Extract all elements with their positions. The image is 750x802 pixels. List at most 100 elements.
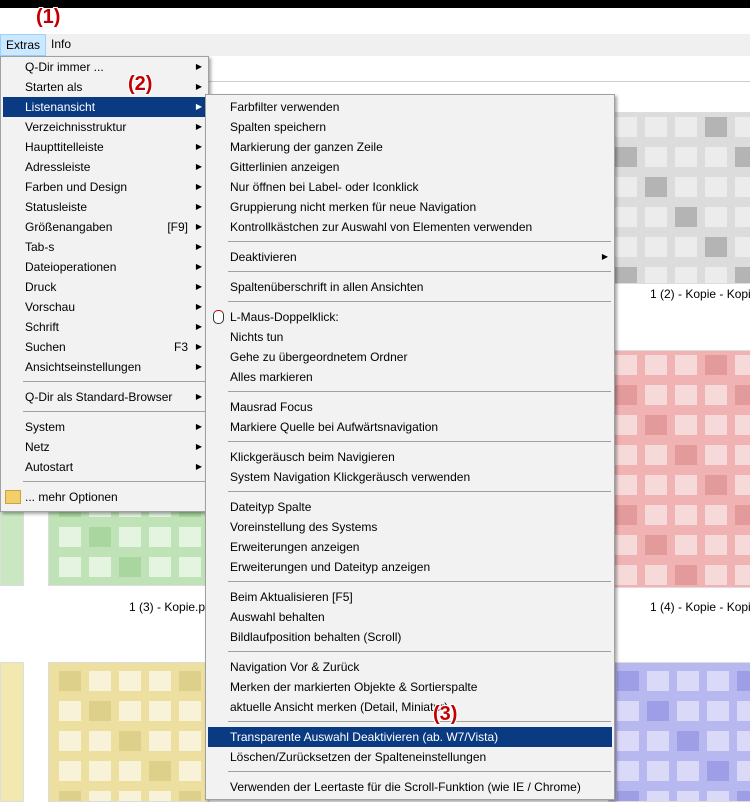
- thumbnail-cell: [59, 701, 81, 721]
- menu-item-verzeichnisstruktur[interactable]: Verzeichnisstruktur ▶: [3, 117, 206, 137]
- menu-item-erweiterungen-und-dateityp-anzeigen[interactable]: Erweiterungen und Dateityp anzeigen: [208, 557, 612, 577]
- menu-item-adressleiste[interactable]: Adressleiste ▶: [3, 157, 206, 177]
- menu-item-autostart[interactable]: Autostart ▶: [3, 457, 206, 477]
- menu-item-q-dir-als-standard-browser[interactable]: Q-Dir als Standard-Browser ▶: [3, 387, 206, 407]
- thumbnail-cell: [645, 535, 667, 555]
- thumbnail-cell: [675, 237, 697, 257]
- menu-info[interactable]: Info: [46, 34, 76, 54]
- menu-item-auswahl-behalten[interactable]: Auswahl behalten: [208, 607, 612, 627]
- menu-item-suchen[interactable]: Suchen F3 ▶: [3, 337, 206, 357]
- thumbnail-cell: [119, 761, 141, 781]
- thumbnail-yellow-left[interactable]: [0, 662, 24, 802]
- menu-item-gr-enangaben[interactable]: Größenangaben [F9] ▶: [3, 217, 206, 237]
- submenu-arrow-icon: ▶: [195, 422, 202, 431]
- thumbnail-cell: [179, 791, 201, 801]
- thumbnail-cell: [705, 237, 727, 257]
- menu-item-mehr-optionen[interactable]: ... mehr Optionen: [3, 487, 206, 507]
- menu-item-druck[interactable]: Druck ▶: [3, 277, 206, 297]
- thumbnail-green-left[interactable]: [0, 502, 24, 586]
- menu-item-nichts-tun[interactable]: Nichts tun: [208, 327, 612, 347]
- menu-item-system-navigation-klickger-usch-verwende[interactable]: System Navigation Klickgeräusch verwende…: [208, 467, 612, 487]
- thumbnail-cell: [615, 415, 637, 435]
- file-caption-3[interactable]: 1 (4) - Kopie - Kopi: [650, 600, 750, 614]
- menu-item-label: Löschen/Zurücksetzen der Spalteneinstell…: [230, 750, 487, 764]
- menu-item-label: System: [25, 420, 66, 434]
- menu-separator: [228, 241, 611, 242]
- address-bar[interactable]: [205, 57, 750, 82]
- menu-item-deaktivieren[interactable]: Deaktivieren ▶: [208, 247, 612, 267]
- thumbnail-cell: [707, 671, 729, 691]
- menu-item-aktuelle-ansicht-merken-detail-miniatur[interactable]: aktuelle Ansicht merken (Detail, Miniatu…: [208, 697, 612, 717]
- menu-item-schrift[interactable]: Schrift ▶: [3, 317, 206, 337]
- thumbnail-green[interactable]: [48, 502, 210, 586]
- menu-separator: [228, 271, 611, 272]
- thumbnail-cell: [675, 475, 697, 495]
- menu-item-vorschau[interactable]: Vorschau ▶: [3, 297, 206, 317]
- menu-item-dateityp-spalte[interactable]: Dateityp Spalte: [208, 497, 612, 517]
- menu-item-label: Starten als: [25, 80, 83, 94]
- menu-item-verwenden-der-leertaste-f-r-die-scroll-f[interactable]: Verwenden der Leertaste für die Scroll-F…: [208, 777, 612, 797]
- menu-item-merken-der-markierten-objekte-sortierspa[interactable]: Merken der markierten Objekte & Sortiers…: [208, 677, 612, 697]
- menu-item-farbfilter-verwenden[interactable]: Farbfilter verwenden: [208, 97, 612, 117]
- menu-item-markierung-der-ganzen-zeile[interactable]: Markierung der ganzen Zeile: [208, 137, 612, 157]
- menu-item-erweiterungen-anzeigen[interactable]: Erweiterungen anzeigen: [208, 537, 612, 557]
- menu-item-label: Autostart: [25, 460, 74, 474]
- menu-item-label: Adressleiste: [25, 160, 91, 174]
- thumbnail-cell: [705, 415, 727, 435]
- menu-item-listenansicht[interactable]: Listenansicht ▶: [3, 97, 206, 117]
- menu-item-gehe-zu-bergeordnetem-ordner[interactable]: Gehe zu übergeordnetem Ordner: [208, 347, 612, 367]
- menu-item-gitterlinien-anzeigen[interactable]: Gitterlinien anzeigen: [208, 157, 612, 177]
- menu-extras[interactable]: Extras: [0, 34, 47, 56]
- menu-item-dateioperationen[interactable]: Dateioperationen ▶: [3, 257, 206, 277]
- menu-item-bildlaufposition-behalten-scroll[interactable]: Bildlaufposition behalten (Scroll): [208, 627, 612, 647]
- file-caption-1[interactable]: 1 (2) - Kopie - Kopi: [650, 287, 750, 301]
- menu-item-q-dir-immer[interactable]: Q-Dir immer ... ▶: [3, 57, 206, 77]
- thumbnail-cell: [615, 535, 637, 555]
- thumbnail-cell: [675, 147, 697, 167]
- menu-item-l-maus-doppelklick[interactable]: L-Maus-Doppelklick:: [208, 307, 612, 327]
- menu-item-system[interactable]: System ▶: [3, 417, 206, 437]
- submenu-arrow-icon: ▶: [195, 302, 202, 311]
- thumbnail-cell: [647, 701, 669, 721]
- thumbnail-cell: [705, 177, 727, 197]
- menu-item-markiere-quelle-bei-aufw-rtsnavigation[interactable]: Markiere Quelle bei Aufwärtsnavigation: [208, 417, 612, 437]
- menu-item-l-schen-zur-cksetzen-der-spalteneinstell[interactable]: Löschen/Zurücksetzen der Spalteneinstell…: [208, 747, 612, 767]
- thumbnail-cell: [645, 505, 667, 525]
- menu-item-label: Merken der markierten Objekte & Sortiers…: [230, 680, 478, 694]
- menu-item-beim-aktualisieren-f5[interactable]: Beim Aktualisieren [F5]: [208, 587, 612, 607]
- submenu-arrow-icon: ▶: [195, 142, 202, 151]
- thumbnail-cell: [677, 671, 699, 691]
- menu-item-spalten-berschrift-in-allen-ansichten[interactable]: Spaltenüberschrift in allen Ansichten: [208, 277, 612, 297]
- menu-item-starten-als[interactable]: Starten als ▶: [3, 77, 206, 97]
- menu-item-klickger-usch-beim-navigieren[interactable]: Klickgeräusch beim Navigieren: [208, 447, 612, 467]
- menu-item-haupttitelleiste[interactable]: Haupttitelleiste ▶: [3, 137, 206, 157]
- menu-item-label: Schrift: [25, 320, 60, 334]
- menu-item-farben-und-design[interactable]: Farben und Design ▶: [3, 177, 206, 197]
- menu-item-ansichtseinstellungen[interactable]: Ansichtseinstellungen ▶: [3, 357, 206, 377]
- annotation-1: (1): [36, 6, 61, 28]
- menu-item-kontrollk-stchen-zur-auswahl-von-element[interactable]: Kontrollkästchen zur Auswahl von Element…: [208, 217, 612, 237]
- thumbnail-cell: [705, 385, 727, 405]
- menu-item-label: Klickgeräusch beim Navigieren: [230, 450, 395, 464]
- menu-item-voreinstellung-des-systems[interactable]: Voreinstellung des Systems: [208, 517, 612, 537]
- submenu-arrow-icon: ▶: [195, 392, 202, 401]
- thumbnail-cell: [735, 147, 750, 167]
- menu-item-nur-ffnen-bei-label-oder-iconklick[interactable]: Nur öffnen bei Label- oder Iconklick: [208, 177, 612, 197]
- thumbnail-cell: [89, 527, 111, 547]
- menu-separator: [228, 491, 611, 492]
- thumbnail-cell: [705, 445, 727, 465]
- menu-item-label: Erweiterungen und Dateityp anzeigen: [230, 560, 431, 574]
- thumbnail-blue[interactable]: [608, 662, 750, 802]
- menu-item-navigation-vor-zur-ck[interactable]: Navigation Vor & Zurück: [208, 657, 612, 677]
- menu-item-netz[interactable]: Netz ▶: [3, 437, 206, 457]
- menu-item-gruppierung-nicht-merken-f-r-neue-naviga[interactable]: Gruppierung nicht merken für neue Naviga…: [208, 197, 612, 217]
- menu-item-transparente-auswahl-deaktivieren-ab-w7-[interactable]: Transparente Auswahl Deaktivieren (ab. W…: [208, 727, 612, 747]
- menu-item-mausrad-focus[interactable]: Mausrad Focus: [208, 397, 612, 417]
- thumbnail-yellow[interactable]: [48, 662, 210, 802]
- menu-item-spalten-speichern[interactable]: Spalten speichern: [208, 117, 612, 137]
- menu-item-label: Netz: [25, 440, 50, 454]
- file-caption-2[interactable]: 1 (3) - Kopie.p: [129, 600, 205, 614]
- menu-item-statusleiste[interactable]: Statusleiste ▶: [3, 197, 206, 217]
- menu-item-alles-markieren[interactable]: Alles markieren: [208, 367, 612, 387]
- menu-item-tab-s[interactable]: Tab-s ▶: [3, 237, 206, 257]
